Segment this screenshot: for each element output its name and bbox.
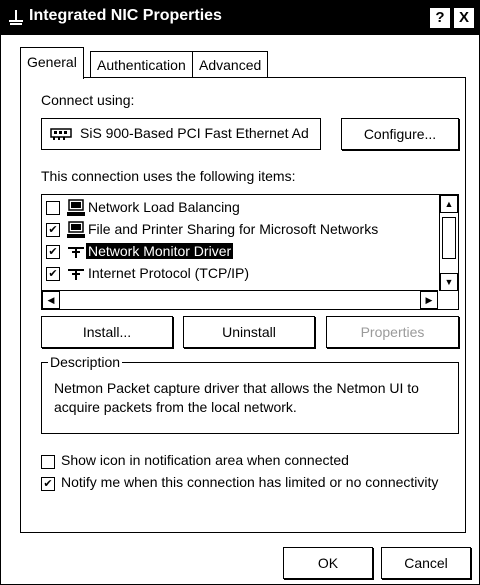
item-checkbox[interactable]	[46, 201, 60, 215]
notify-label[interactable]: Notify me when this connection has limit…	[61, 474, 438, 490]
uninstall-button[interactable]: Uninstall	[183, 316, 315, 348]
scroll-thumb[interactable]	[442, 217, 456, 259]
properties-button[interactable]: Properties	[326, 316, 459, 348]
components-list[interactable]: Network Load Balancing ✔ File and Printe…	[41, 194, 459, 310]
adapter-name: SiS 900-Based PCI Fast Ethernet Ad	[80, 125, 309, 141]
install-button[interactable]: Install...	[41, 316, 173, 348]
horizontal-scrollbar[interactable]: ◀ ▶	[42, 290, 438, 309]
help-button[interactable]: ?	[429, 7, 451, 29]
description-group: Description Netmon Packet capture driver…	[41, 354, 459, 434]
item-checkbox[interactable]: ✔	[46, 223, 60, 237]
protocol-icon	[68, 247, 84, 258]
list-item[interactable]: ✔ Internet Protocol (TCP/IP)	[42, 263, 438, 285]
configure-button[interactable]: Configure...	[341, 118, 459, 150]
ok-button[interactable]: OK	[283, 547, 373, 579]
notify-checkbox[interactable]: ✔	[41, 477, 55, 491]
description-legend: Description	[48, 354, 123, 370]
item-checkbox[interactable]: ✔	[46, 267, 60, 281]
list-item-selected[interactable]: ✔ Network Monitor Driver	[42, 241, 438, 263]
scroll-down-icon[interactable]: ▼	[440, 273, 458, 291]
connect-using-label: Connect using:	[41, 92, 135, 108]
list-item[interactable]: ✔ File and Printer Sharing for Microsoft…	[42, 219, 438, 241]
computer-icon	[67, 221, 85, 238]
protocol-icon	[68, 269, 84, 280]
general-tab-panel: Connect using: SiS 900-Based PCI Fast Et…	[20, 77, 466, 533]
item-label: Internet Protocol (TCP/IP)	[88, 265, 250, 281]
network-connection-icon	[9, 10, 23, 25]
show-icon-checkbox[interactable]	[41, 455, 55, 469]
item-checkbox[interactable]: ✔	[46, 245, 60, 259]
description-text: Netmon Packet capture driver that allows…	[54, 380, 419, 415]
window-title: Integrated NIC Properties	[29, 7, 222, 24]
item-label: File and Printer Sharing for Microsoft N…	[88, 221, 379, 237]
list-item[interactable]: Network Load Balancing	[42, 197, 438, 219]
item-label: Network Load Balancing	[88, 199, 240, 215]
computer-icon	[67, 199, 85, 216]
items-label: This connection uses the following items…	[41, 168, 296, 184]
scroll-up-icon[interactable]: ▲	[440, 195, 458, 213]
item-label: Network Monitor Driver	[86, 243, 234, 259]
adapter-display: SiS 900-Based PCI Fast Ethernet Ad	[41, 118, 321, 150]
scroll-right-icon[interactable]: ▶	[420, 291, 438, 309]
cancel-button[interactable]: Cancel	[381, 547, 471, 579]
tab-authentication[interactable]: Authentication	[90, 51, 193, 78]
scroll-left-icon[interactable]: ◀	[42, 291, 60, 309]
title-bar[interactable]: Integrated NIC Properties ? X	[1, 1, 479, 35]
show-icon-label[interactable]: Show icon in notification area when conn…	[61, 452, 349, 468]
tab-general[interactable]: General	[20, 47, 84, 79]
properties-dialog: Integrated NIC Properties ? X General Au…	[0, 0, 480, 585]
tab-advanced[interactable]: Advanced	[192, 51, 269, 78]
network-adapter-icon	[50, 128, 72, 140]
vertical-scrollbar[interactable]: ▲ ▼	[439, 195, 458, 291]
close-button[interactable]: X	[453, 7, 475, 29]
